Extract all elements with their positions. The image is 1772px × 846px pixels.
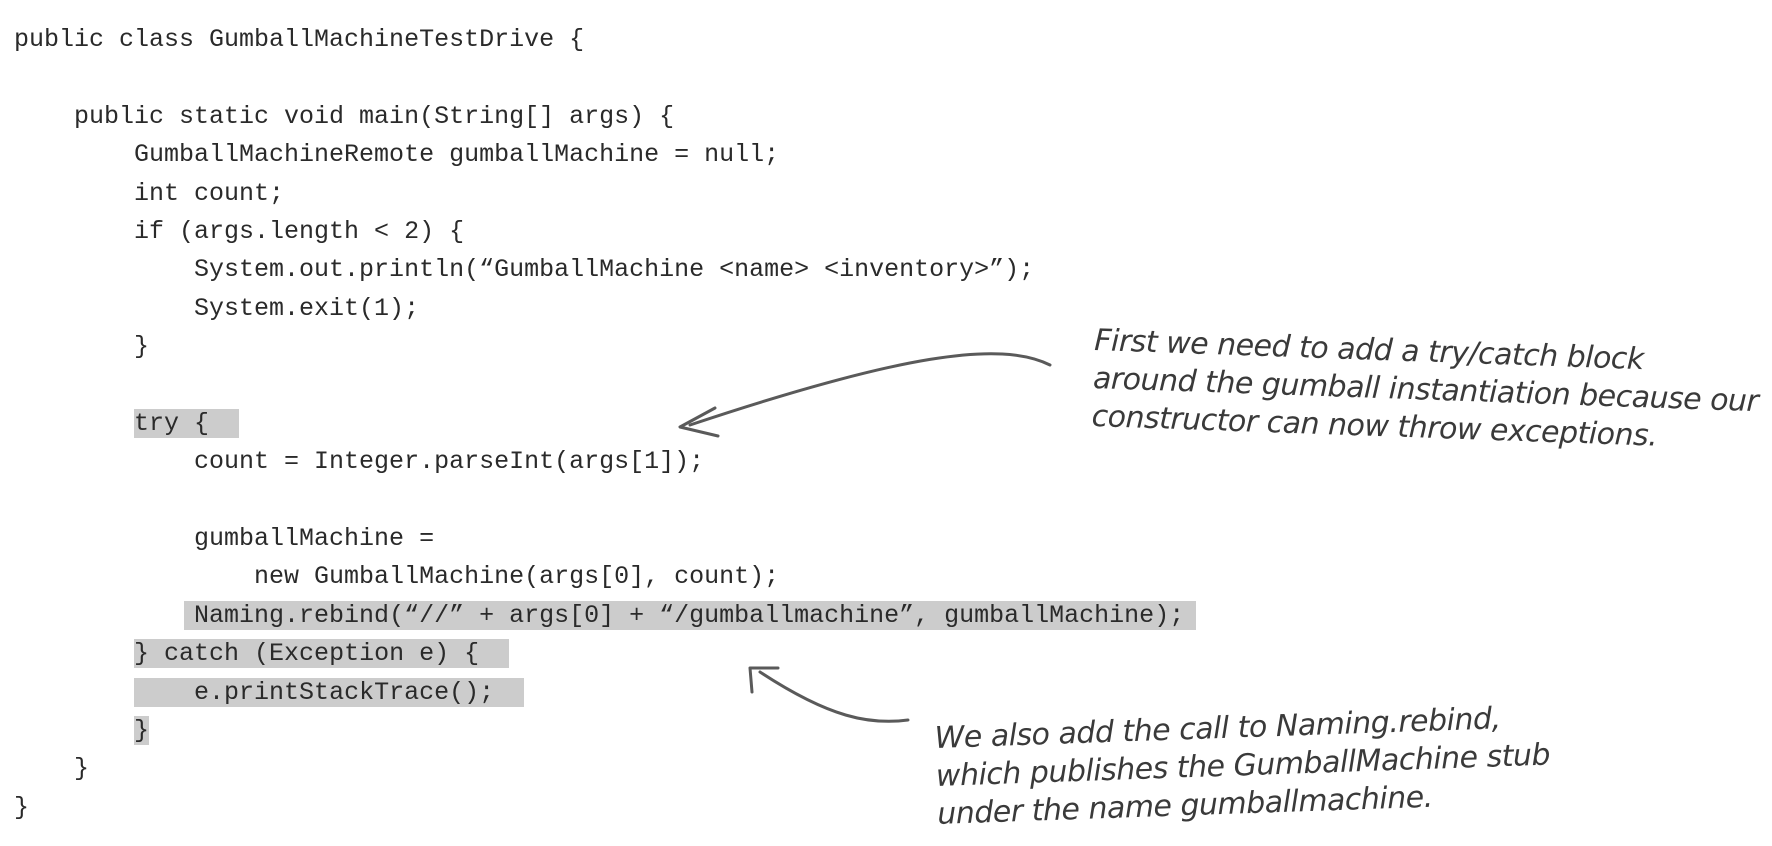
- arrow-to-try: [678, 352, 1052, 438]
- annotation-try-catch: First we need to add a try/catch block a…: [1091, 322, 1759, 459]
- annotation-rebind: We also add the call to Naming.rebind, w…: [934, 699, 1551, 834]
- arrow-to-rebind: [748, 666, 910, 723]
